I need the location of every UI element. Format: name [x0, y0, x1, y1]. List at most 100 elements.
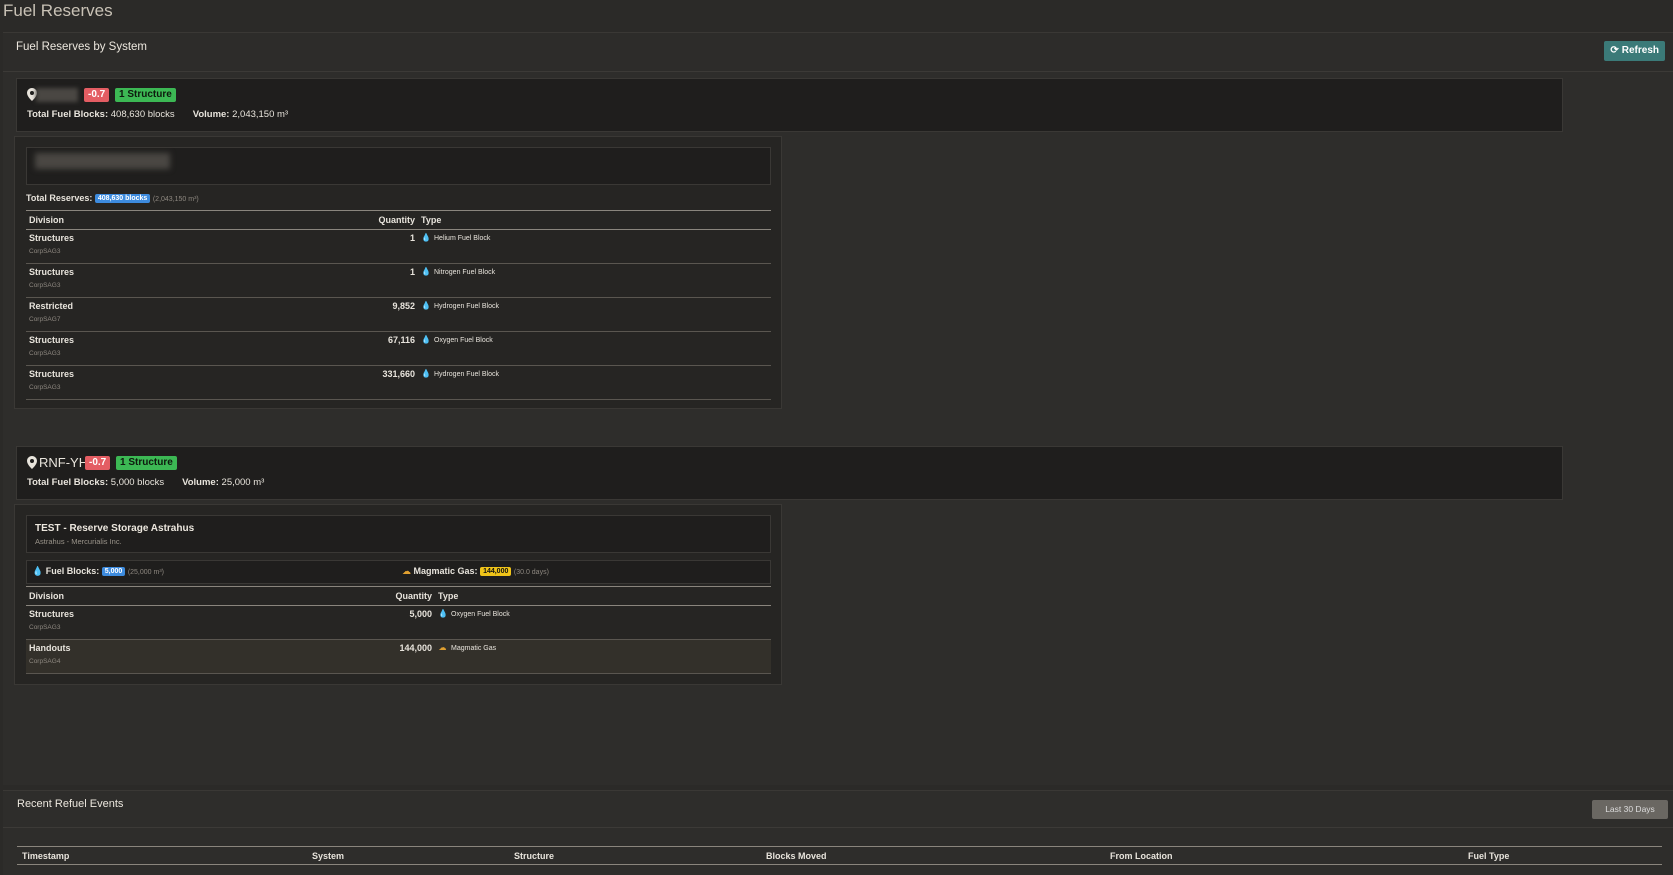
fuel-volume: (25,000 m³): [127, 569, 164, 576]
total-fuel-value: 5,000 blocks: [110, 477, 165, 488]
table-row: Structures CorpSAG3 5,000 💧 Oxygen Fuel Bl…: [26, 605, 771, 640]
magmatic-gas-label: Magmatic Gas:: [413, 566, 478, 576]
column-division: Division: [26, 210, 372, 230]
division-name: Structures: [29, 369, 75, 379]
volume-value: 2,043,150 m³: [232, 109, 289, 120]
column-from-location[interactable]: From Location: [1105, 846, 1463, 865]
column-timestamp[interactable]: Timestamp: [17, 846, 307, 865]
drop-green-icon: 💧: [421, 233, 431, 242]
column-system[interactable]: System: [307, 846, 509, 865]
structure-panel: Total Reserves: 408,630 blocks (2,043,15…: [14, 136, 782, 409]
structure-subtitle: Astrahus - Mercurialis Inc.: [35, 537, 122, 546]
column-quantity: Quantity: [372, 210, 418, 230]
drop-red-icon: 💧: [438, 609, 448, 618]
fuel-summary-bar: 💧 Fuel Blocks: 5,000 (25,000 m³) ☁ Magma…: [26, 560, 771, 584]
system-stats: Total Fuel Blocks: 5,000 blocks Volume: 2…: [27, 477, 264, 488]
column-fuel-type[interactable]: Fuel Type: [1463, 846, 1662, 865]
division-hangar: CorpSAG3: [29, 282, 61, 289]
column-type: Type: [418, 210, 771, 230]
quantity: 144,000: [389, 639, 435, 674]
drop-green-icon: 💧: [421, 301, 431, 310]
refresh-icon: ⟳: [1610, 45, 1619, 56]
column-quantity: Quantity: [389, 586, 435, 606]
fuel-table: Division Quantity Type Structures CorpSAG…: [26, 210, 771, 400]
table-row: Handouts CorpSAG4 144,000 ☁ Magmatic Gas: [26, 639, 771, 674]
drop-green-icon: 💧: [421, 369, 431, 378]
page-title: Fuel Reserves: [3, 1, 113, 20]
refuel-table: Timestamp System Structure Blocks Moved …: [17, 846, 1662, 865]
magmatic-gas-badge: 144,000: [480, 567, 512, 577]
division-name: Structures: [29, 335, 75, 345]
quantity: 331,660: [372, 365, 418, 400]
table-row: Structures CorpSAG3 1 💧 Helium Fuel Block: [26, 229, 771, 264]
drop-blue-icon: 💧: [421, 267, 431, 276]
structure-count-badge: 1 Structure: [116, 456, 177, 470]
division-hangar: CorpSAG3: [29, 624, 61, 631]
volume-value: 25,000 m³: [221, 477, 265, 488]
refuel-events-card: Recent Refuel Events Last 30 Days Timest…: [3, 790, 1673, 875]
fuel-type: Hydrogen Fuel Block: [434, 371, 499, 378]
total-fuel-label: Total Fuel Blocks:: [27, 477, 109, 488]
structure-name: TEST - Reserve Storage Astrahus: [35, 523, 195, 534]
security-badge: -0.7: [85, 456, 111, 470]
quantity: 5,000: [389, 605, 435, 640]
structure-panel: TEST - Reserve Storage Astrahus Astrahus…: [14, 504, 782, 685]
division-name: Handouts: [29, 643, 71, 653]
division-hangar: CorpSAG3: [29, 350, 61, 357]
division-name: Structures: [29, 267, 75, 277]
refresh-button[interactable]: ⟳ Refresh: [1604, 41, 1665, 61]
division-hangar: CorpSAG3: [29, 248, 61, 255]
system-header: RNF-YH -0.7 1 Structure Total Fuel Block…: [16, 446, 1563, 500]
table-row: Structures CorpSAG3 331,660 💧 Hydrogen Fue…: [26, 365, 771, 400]
magmatic-gas-days: (30.0 days): [513, 569, 549, 576]
card-header: Fuel Reserves by System ⟳ Refresh: [3, 33, 1673, 72]
fuel-type: Nitrogen Fuel Block: [434, 269, 496, 276]
reserves-volume: (2,043,150 m³): [152, 196, 199, 203]
refuel-header: Recent Refuel Events Last 30 Days: [3, 791, 1673, 828]
refresh-label: Refresh: [1621, 45, 1659, 56]
total-fuel-value: 408,630 blocks: [110, 109, 175, 120]
fuel-reserves-card: Fuel Reserves by System ⟳ Refresh -0.7 1 …: [3, 32, 1673, 785]
division-name: Structures: [29, 609, 75, 619]
quantity: 67,116: [372, 331, 418, 366]
drop-blue-icon: 💧: [32, 566, 44, 576]
division-name: Restricted: [29, 301, 74, 311]
total-reserves-label: Total Reserves:: [26, 193, 93, 203]
volume-label: Volume:: [192, 109, 230, 120]
quantity: 1: [372, 263, 418, 298]
table-row: Structures CorpSAG3 1 💧 Nitrogen Fuel Bloc…: [26, 263, 771, 298]
security-badge: -0.7: [84, 88, 110, 102]
column-division: Division: [26, 586, 389, 606]
table-row: Structures CorpSAG3 67,116 💧 Oxygen Fuel B…: [26, 331, 771, 366]
division-hangar: CorpSAG7: [29, 316, 61, 323]
map-pin-icon: [27, 456, 37, 469]
system-header: -0.7 1 Structure Total Fuel Blocks: 408,…: [16, 78, 1563, 132]
system-name-redacted: [36, 88, 78, 102]
column-structure[interactable]: Structure: [509, 846, 761, 865]
fuel-table: Division Quantity Type Structures CorpSAG…: [26, 586, 771, 674]
quantity: 1: [372, 229, 418, 264]
total-fuel-label: Total Fuel Blocks:: [27, 109, 109, 120]
division-name: Structures: [29, 233, 75, 243]
card-title: Fuel Reserves by System: [16, 41, 148, 53]
quantity: 9,852: [372, 297, 418, 332]
fuel-type: Hydrogen Fuel Block: [434, 303, 499, 310]
structure-count-badge: 1 Structure: [115, 88, 176, 102]
date-range-button[interactable]: Last 30 Days: [1592, 800, 1668, 819]
structure-name-redacted: [35, 153, 170, 169]
division-hangar: CorpSAG4: [29, 658, 61, 665]
fuel-type: Magmatic Gas: [451, 645, 497, 652]
reserves-blocks-badge: 408,630 blocks: [94, 194, 151, 204]
fuel-type: Helium Fuel Block: [434, 235, 491, 242]
gas-icon: ☁: [402, 566, 411, 576]
fuel-blocks-badge: 5,000: [101, 567, 126, 577]
column-blocks-moved[interactable]: Blocks Moved: [761, 846, 1105, 865]
system-stats: Total Fuel Blocks: 408,630 blocks Volume:…: [27, 109, 288, 120]
system-name[interactable]: RNF-YH: [39, 455, 88, 470]
fuel-blocks-label: Fuel Blocks:: [45, 566, 100, 576]
structure-header: TEST - Reserve Storage Astrahus Astrahus…: [26, 515, 771, 553]
volume-label: Volume:: [182, 477, 219, 488]
gas-icon: ☁: [438, 643, 447, 652]
drop-red-icon: 💧: [421, 335, 431, 344]
column-type: Type: [435, 586, 771, 606]
